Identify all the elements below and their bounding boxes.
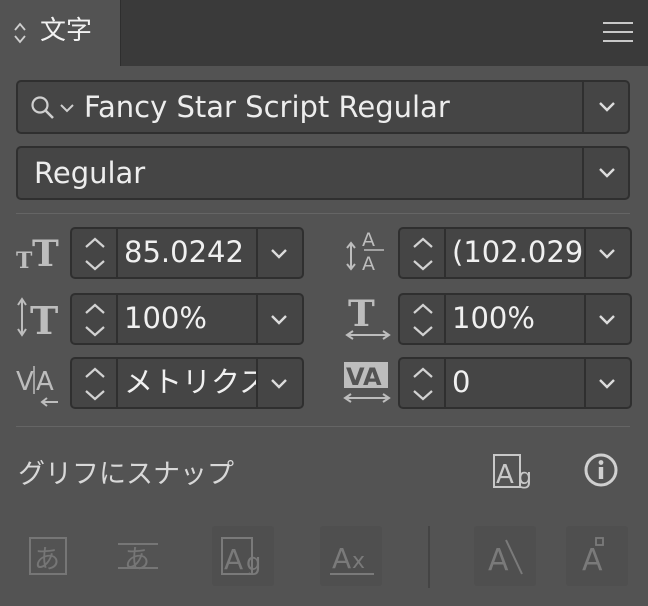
divider	[16, 213, 630, 214]
tracking-dropdown[interactable]	[586, 357, 632, 409]
svg-text:A: A	[362, 253, 375, 274]
leading-value[interactable]: (102.029	[452, 229, 583, 275]
angular-guides-icon: A	[488, 539, 523, 578]
font-size-field[interactable]: 85.0242	[116, 227, 258, 279]
kerning-value[interactable]: メトリクス	[124, 359, 256, 405]
vertical-scale-stepper[interactable]	[70, 293, 116, 345]
chevron-down-icon[interactable]	[598, 167, 616, 179]
horizontal-scale-field[interactable]: 100%	[444, 293, 586, 345]
stepper-arrows-icon[interactable]	[84, 365, 106, 403]
leading-icon: A A	[346, 229, 384, 274]
font-style-value[interactable]: Regular	[34, 148, 145, 198]
vertical-scale-icon: T	[17, 297, 58, 340]
chevron-down-icon[interactable]	[598, 378, 616, 390]
snap-to-glyph-label: グリフにスナップ	[18, 459, 234, 490]
svg-text:A: A	[488, 543, 509, 578]
info-icon[interactable]	[583, 452, 619, 488]
svg-text:g: g	[518, 465, 532, 490]
search-icon[interactable]	[30, 95, 56, 121]
svg-text:A: A	[362, 229, 375, 251]
hamburger-menu-icon[interactable]	[603, 22, 633, 44]
svg-text:x: x	[352, 549, 365, 574]
svg-text:A: A	[582, 543, 603, 578]
anchor-point-icon: A	[582, 537, 604, 578]
vertical-scale-field[interactable]: 100%	[116, 293, 258, 345]
svg-text:A: A	[36, 367, 54, 397]
svg-text:A: A	[496, 460, 514, 490]
font-style-dropdown[interactable]: Regular	[16, 146, 630, 200]
font-size-stepper[interactable]	[70, 227, 116, 279]
divider	[428, 526, 430, 588]
chevron-down-icon[interactable]	[270, 248, 288, 260]
collapse-arrows-icon[interactable]	[13, 20, 27, 46]
tab-character[interactable]: 文字	[0, 0, 121, 66]
character-panel: 文字 Fancy Star Script Regular Regular T T	[0, 0, 648, 606]
stepper-arrows-icon[interactable]	[412, 235, 434, 273]
chevron-down-icon[interactable]	[598, 101, 616, 113]
dropdown-separator	[582, 82, 584, 132]
tracking-value[interactable]: 0	[452, 359, 470, 405]
divider	[16, 426, 630, 427]
leading-dropdown[interactable]	[586, 227, 632, 279]
stepper-arrows-icon[interactable]	[84, 235, 106, 273]
tracking-icon: VA	[343, 362, 391, 403]
svg-text:VA: VA	[346, 363, 382, 391]
proximity-guides-button[interactable]: A x	[320, 526, 382, 586]
horizontal-scale-icon: T	[345, 294, 391, 340]
kerning-icon: V A	[16, 366, 58, 407]
tracking-field[interactable]: 0	[444, 357, 586, 409]
proximity-guides-icon: A x	[330, 542, 374, 575]
horizontal-scale-stepper[interactable]	[398, 293, 444, 345]
tracking-stepper[interactable]	[398, 357, 444, 409]
glyph-snap-icon[interactable]: A g	[492, 452, 536, 490]
glyph-bounds-icon: A g	[221, 537, 261, 576]
font-family-dropdown[interactable]: Fancy Star Script Regular	[16, 80, 630, 134]
em-box-snap-icon[interactable]: あ	[28, 534, 70, 578]
anchor-point-snap-button[interactable]: A	[566, 526, 628, 586]
horizontal-scale-dropdown[interactable]	[586, 293, 632, 345]
font-size-dropdown[interactable]	[258, 227, 304, 279]
leading-stepper[interactable]	[398, 227, 444, 279]
vertical-scale-dropdown[interactable]	[258, 293, 304, 345]
font-size-icon: T T	[16, 233, 59, 272]
chevron-down-icon[interactable]	[598, 248, 616, 260]
tab-bar: 文字	[0, 0, 648, 66]
chevron-down-icon[interactable]	[598, 314, 616, 326]
svg-text:あ: あ	[124, 545, 150, 575]
svg-text:A: A	[224, 543, 243, 576]
chevron-down-icon[interactable]	[270, 378, 288, 390]
svg-text:T: T	[348, 294, 375, 335]
svg-text:T: T	[30, 298, 58, 340]
ideographic-box-snap-icon[interactable]: あ	[116, 534, 160, 578]
glyph-bounds-snap-button[interactable]: A g	[212, 526, 274, 586]
svg-text:T: T	[32, 233, 59, 272]
svg-text:g: g	[246, 548, 261, 576]
horizontal-scale-value[interactable]: 100%	[452, 295, 535, 341]
vertical-scale-value[interactable]: 100%	[124, 295, 207, 341]
chevron-down-icon[interactable]	[60, 103, 74, 113]
svg-text:A: A	[332, 542, 351, 575]
font-family-value[interactable]: Fancy Star Script Regular	[84, 82, 450, 132]
stepper-arrows-icon[interactable]	[84, 301, 106, 339]
stepper-arrows-icon[interactable]	[412, 365, 434, 403]
dropdown-separator	[582, 148, 584, 198]
chevron-down-icon[interactable]	[270, 314, 288, 326]
angular-guides-button[interactable]: A	[474, 526, 536, 586]
svg-text:T: T	[16, 248, 33, 272]
kerning-dropdown[interactable]	[258, 357, 304, 409]
kerning-field[interactable]: メトリクス	[116, 357, 258, 409]
svg-text:V: V	[16, 367, 34, 397]
stepper-arrows-icon[interactable]	[412, 301, 434, 339]
svg-text:あ: あ	[34, 545, 60, 575]
leading-field[interactable]: (102.029	[444, 227, 586, 279]
tab-label: 文字	[40, 16, 93, 46]
font-size-value[interactable]: 85.0242	[124, 229, 244, 275]
kerning-stepper[interactable]	[70, 357, 116, 409]
